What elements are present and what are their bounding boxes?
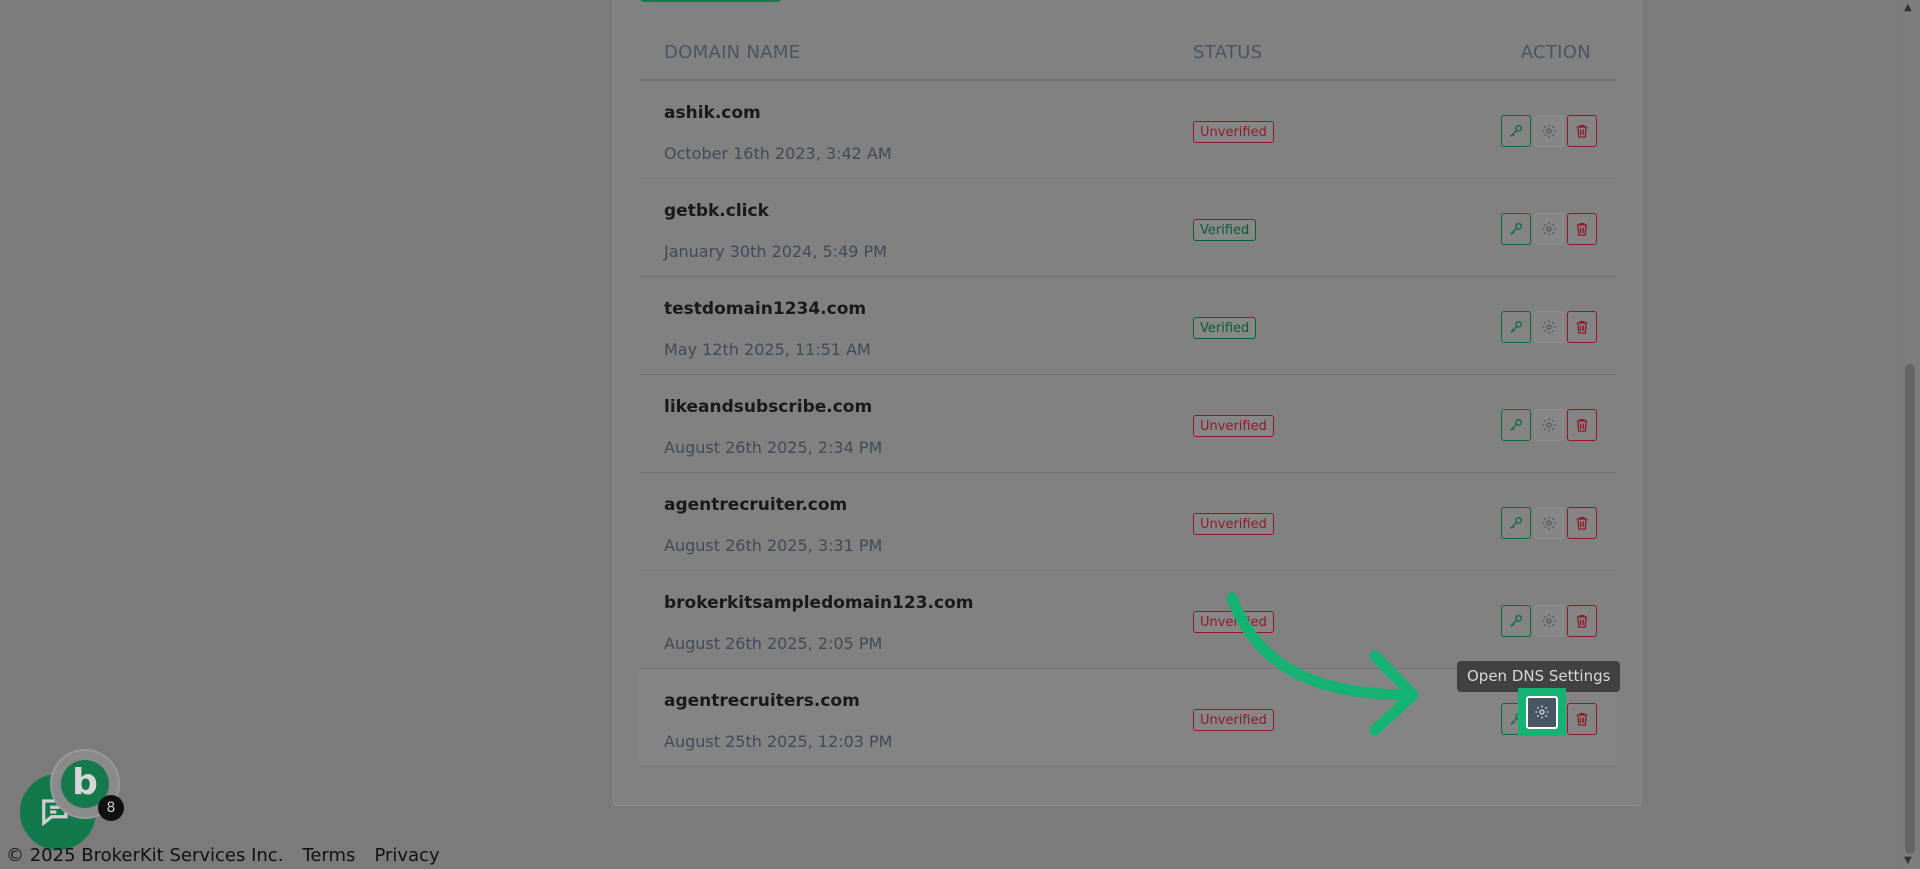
- domain-date: January 30th 2024, 5:49 PM: [664, 242, 887, 261]
- status-badge: Verified: [1193, 219, 1257, 241]
- domain-date: August 25th 2025, 12:03 PM: [664, 732, 893, 751]
- trash-icon: [1576, 517, 1588, 530]
- row-actions: [1501, 605, 1597, 637]
- status-badge: Verified: [1193, 317, 1257, 339]
- key-icon: [1510, 419, 1522, 431]
- footer-privacy-link[interactable]: Privacy: [374, 845, 439, 866]
- domain-date: August 26th 2025, 2:34 PM: [664, 438, 883, 457]
- status-badge: Unverified: [1193, 415, 1274, 437]
- key-icon: [1510, 321, 1522, 333]
- trash-icon: [1576, 615, 1588, 628]
- trash-icon: [1576, 223, 1588, 236]
- delete-domain-button[interactable]: [1567, 703, 1597, 735]
- dns-settings-button[interactable]: [1534, 605, 1564, 637]
- dns-settings-button[interactable]: [1534, 115, 1564, 147]
- dns-settings-button[interactable]: [1534, 507, 1564, 539]
- verify-key-button[interactable]: [1501, 115, 1531, 147]
- key-icon: [1510, 517, 1522, 529]
- gear-button-active[interactable]: [1526, 695, 1558, 729]
- delete-domain-button[interactable]: [1567, 213, 1597, 245]
- domain-name: getbk.click: [664, 201, 769, 221]
- domain-name: brokerkitsampledomain123.com: [664, 593, 974, 613]
- dns-settings-button[interactable]: [1534, 213, 1564, 245]
- key-icon: [1510, 615, 1522, 627]
- domain-name: ashik.com: [664, 103, 761, 123]
- footer-copyright: © 2025 BrokerKit Services Inc.: [6, 845, 284, 866]
- domain-date: August 26th 2025, 3:31 PM: [664, 536, 883, 555]
- table-row: likeandsubscribe.com August 26th 2025, 2:…: [639, 375, 1616, 473]
- row-actions: [1501, 213, 1597, 245]
- gear-icon: [1542, 320, 1556, 334]
- gear-icon: [1542, 124, 1556, 138]
- unread-count-badge: 8: [98, 795, 124, 821]
- table-row: testdomain1234.com May 12th 2025, 11:51 A…: [639, 277, 1616, 375]
- scrollbar-thumb[interactable]: [1905, 364, 1915, 854]
- verify-key-button[interactable]: [1501, 213, 1531, 245]
- delete-domain-button[interactable]: [1567, 409, 1597, 441]
- trash-icon: [1576, 713, 1588, 726]
- domain-date: August 26th 2025, 2:05 PM: [664, 634, 883, 653]
- domains-table: DOMAIN NAME STATUS ACTION ashik.com Octob…: [639, 28, 1616, 767]
- status-badge: Unverified: [1193, 121, 1274, 143]
- gear-icon: [1542, 516, 1556, 530]
- scroll-up-icon[interactable]: ▲: [1904, 2, 1912, 13]
- trash-icon: [1576, 419, 1588, 432]
- header-status: STATUS: [1193, 42, 1263, 63]
- verify-key-button[interactable]: [1501, 311, 1531, 343]
- delete-domain-button[interactable]: [1567, 605, 1597, 637]
- gear-icon: [1542, 222, 1556, 236]
- trash-icon: [1576, 125, 1588, 138]
- domain-name: agentrecruiters.com: [664, 691, 860, 711]
- row-actions: [1501, 311, 1597, 343]
- header-domain-name: DOMAIN NAME: [664, 42, 801, 63]
- table-row: getbk.click January 30th 2024, 5:49 PM Ver…: [639, 179, 1616, 277]
- verify-key-button[interactable]: [1501, 409, 1531, 441]
- footer: © 2025 BrokerKit Services Inc. Terms Pri…: [6, 845, 440, 866]
- domain-name: agentrecruiter.com: [664, 495, 848, 515]
- verify-key-button[interactable]: [1501, 507, 1531, 539]
- delete-domain-button[interactable]: [1567, 311, 1597, 343]
- key-icon: [1510, 125, 1522, 137]
- delete-domain-button[interactable]: [1567, 507, 1597, 539]
- gear-icon: [1535, 705, 1549, 719]
- scroll-down-icon[interactable]: ▼: [1904, 855, 1912, 866]
- highlighted-dns-settings-button[interactable]: [1518, 688, 1566, 736]
- row-actions: [1501, 409, 1597, 441]
- row-actions: [1501, 507, 1597, 539]
- table-row: agentrecruiter.com August 26th 2025, 3:31…: [639, 473, 1616, 571]
- domain-name: testdomain1234.com: [664, 299, 867, 319]
- status-badge: Unverified: [1193, 513, 1274, 535]
- add-domain-button[interactable]: [640, 0, 781, 2]
- gear-icon: [1542, 418, 1556, 432]
- header-action: ACTION: [1520, 42, 1591, 63]
- dns-settings-button[interactable]: [1534, 311, 1564, 343]
- verify-key-button[interactable]: [1501, 605, 1531, 637]
- domain-name: likeandsubscribe.com: [664, 397, 873, 417]
- table-row: brokerkitsampledomain123.com August 26th …: [639, 571, 1616, 669]
- trash-icon: [1576, 321, 1588, 334]
- domain-date: May 12th 2025, 11:51 AM: [664, 340, 871, 359]
- key-icon: [1510, 223, 1522, 235]
- gear-icon: [1542, 614, 1556, 628]
- domain-date: October 16th 2023, 3:42 AM: [664, 144, 892, 163]
- delete-domain-button[interactable]: [1567, 115, 1597, 147]
- dns-settings-button[interactable]: [1534, 409, 1564, 441]
- footer-terms-link[interactable]: Terms: [302, 845, 355, 866]
- guide-arrow: [1226, 592, 1419, 736]
- table-header: DOMAIN NAME STATUS ACTION: [639, 28, 1616, 81]
- row-actions: [1501, 115, 1597, 147]
- table-row: ashik.com October 16th 2023, 3:42 AM Unver…: [639, 81, 1616, 179]
